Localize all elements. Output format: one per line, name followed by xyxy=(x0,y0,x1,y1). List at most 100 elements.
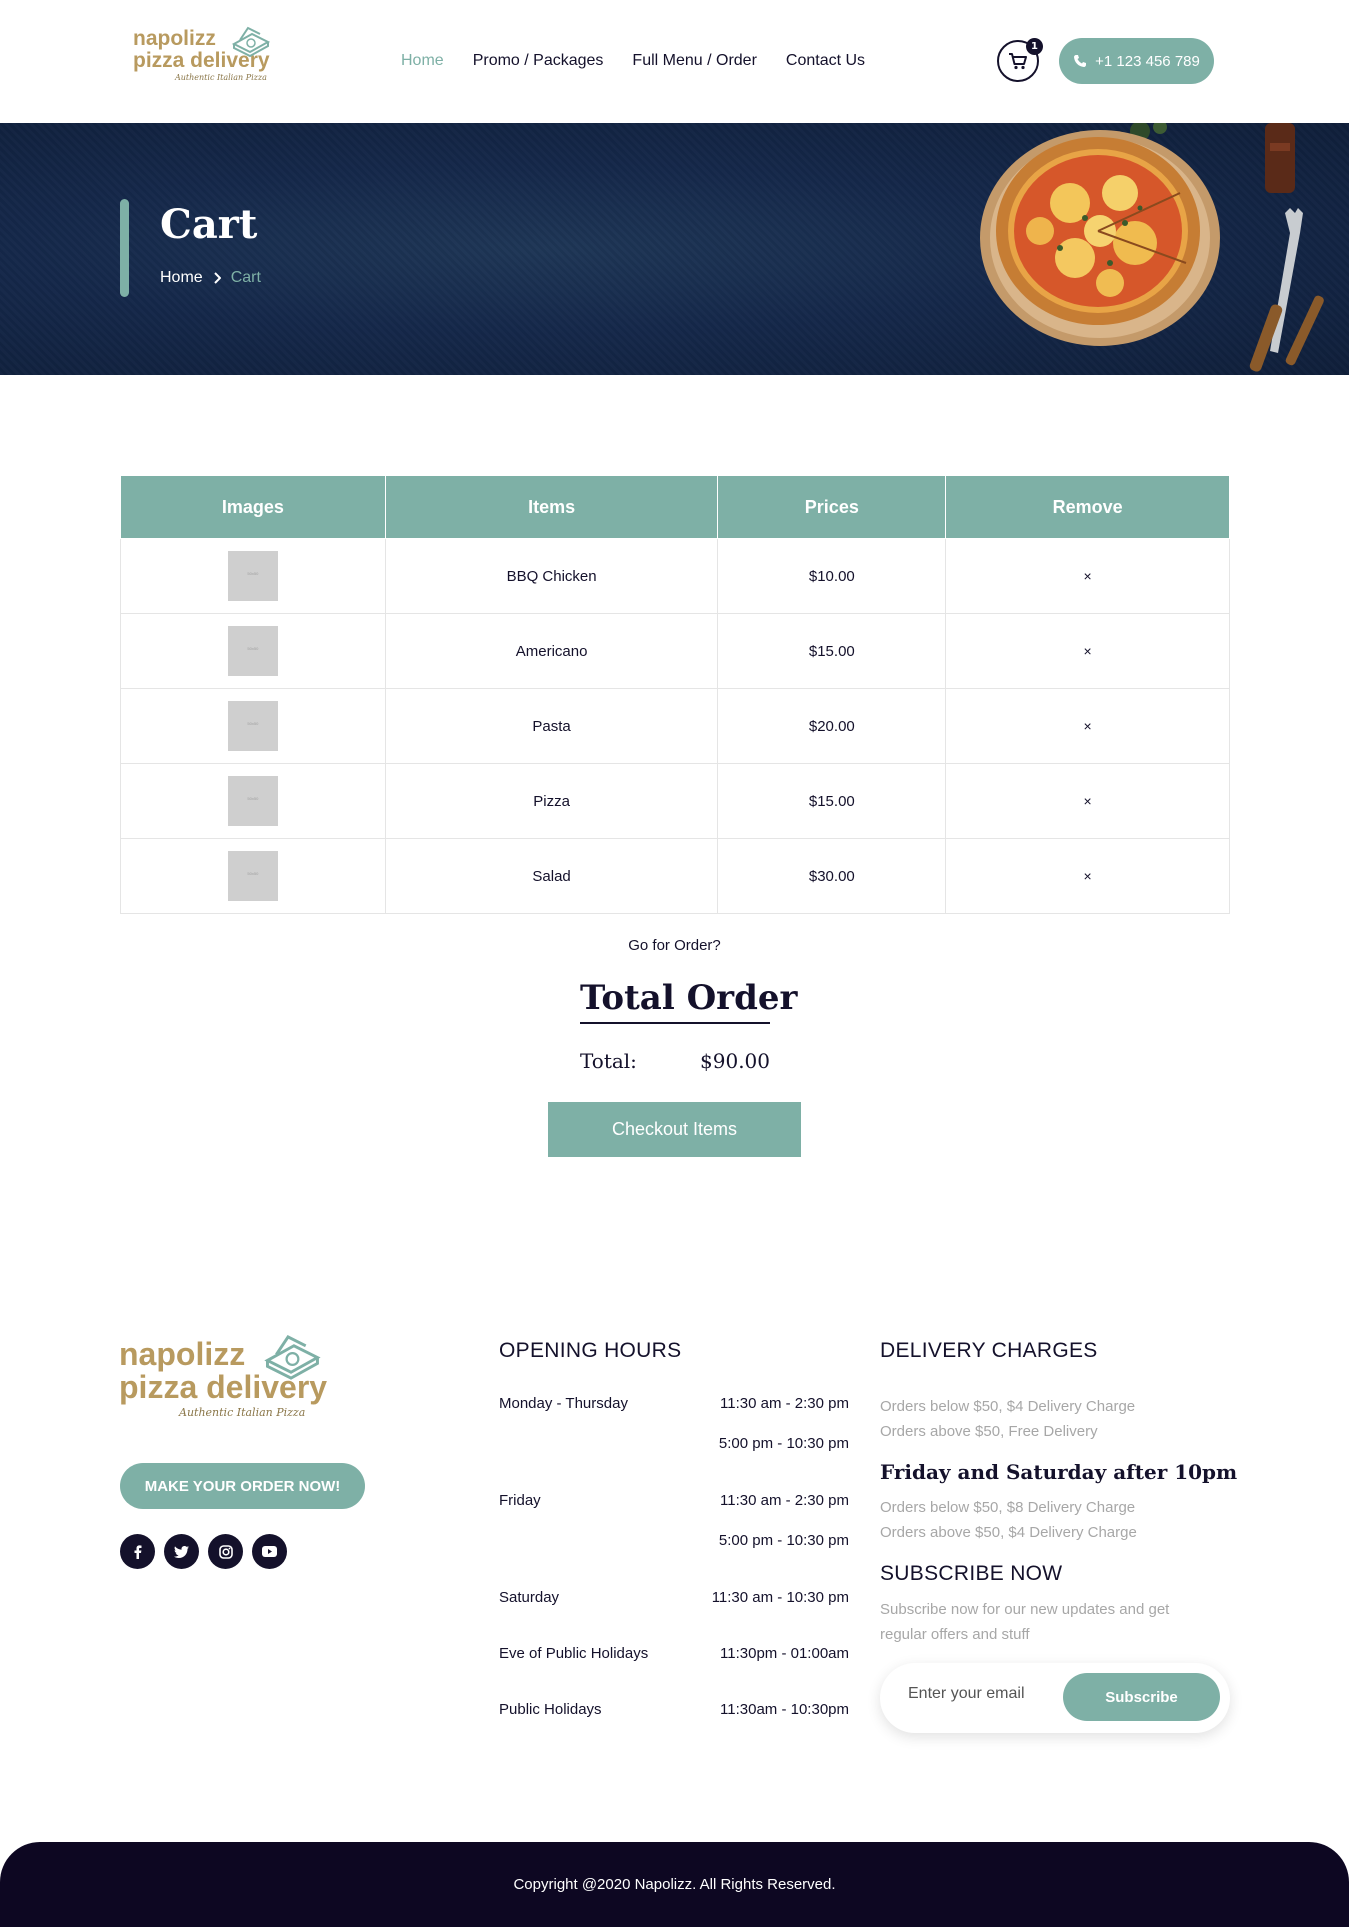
remove-cell: × xyxy=(945,613,1230,689)
site-header: napolizz pizza delivery Authentic Italia… xyxy=(0,0,1349,123)
checkout-button[interactable]: Checkout Items xyxy=(548,1102,801,1157)
column-header-images: Images xyxy=(120,475,386,539)
hours-day: Eve of Public Holidays xyxy=(499,1645,649,1662)
total-value: $90.00 xyxy=(700,1049,770,1073)
phone-button[interactable]: +1 123 456 789 xyxy=(1059,38,1214,84)
nav-contact-us[interactable]: Contact Us xyxy=(786,52,865,70)
main-nav: Home Promo / Packages Full Menu / Order … xyxy=(401,52,894,70)
delivery-charges-title: DELIVERY CHARGES xyxy=(880,1339,1098,1362)
facebook-link[interactable] xyxy=(120,1534,155,1569)
remove-cell: × xyxy=(945,688,1230,764)
total-row: Total: $90.00 xyxy=(580,1049,770,1073)
item-thumbnail: 50x50 xyxy=(227,851,278,901)
nav-home[interactable]: Home xyxy=(401,52,444,70)
breadcrumb-home[interactable]: Home xyxy=(160,269,203,287)
hours-time: 5:00 pm - 10:30 pm xyxy=(718,1435,849,1452)
item-thumbnail: 50x50 xyxy=(227,701,278,751)
subscribe-form: Subscribe xyxy=(880,1663,1230,1733)
remove-item-button[interactable]: × xyxy=(1084,643,1092,659)
delivery-line: Orders below $50, $8 Delivery Charge xyxy=(880,1499,1136,1516)
brand-tagline: Authentic Italian Pizza xyxy=(175,73,267,82)
remove-item-button[interactable]: × xyxy=(1084,868,1092,884)
page-hero: Cart Home Cart xyxy=(0,123,1349,375)
item-thumbnail: 50x50 xyxy=(227,551,278,601)
pizza-box-icon xyxy=(264,1335,321,1380)
column-header-prices: Prices xyxy=(717,475,947,539)
item-thumbnail: 50x50 xyxy=(227,776,278,826)
subscribe-text-line: regular offers and stuff xyxy=(880,1626,1030,1643)
hours-time: 11:30am - 10:30pm xyxy=(720,1701,849,1718)
phone-icon xyxy=(1074,55,1087,67)
delivery-charges-list: Orders below $50, $4 Delivery Charge Ord… xyxy=(880,1394,1240,1444)
pizza-box-icon xyxy=(231,26,270,58)
hero-accent-bar xyxy=(120,199,129,297)
nav-promo-packages[interactable]: Promo / Packages xyxy=(473,52,604,70)
social-links xyxy=(120,1534,287,1569)
subscribe-text-line: Subscribe now for our new updates and ge… xyxy=(880,1601,1170,1618)
item-price: $30.00 xyxy=(717,838,947,914)
item-name: BBQ Chicken xyxy=(384,538,719,614)
email-field[interactable] xyxy=(908,1685,1058,1703)
footer-brand-tagline: Authentic Italian Pizza xyxy=(179,1406,306,1419)
table-row: 50x50 Pasta $20.00 × xyxy=(120,688,1230,764)
page-title: Cart xyxy=(160,201,258,248)
remove-cell: × xyxy=(945,763,1230,839)
cart-count-badge: 1 xyxy=(1026,38,1043,55)
instagram-link[interactable] xyxy=(208,1534,243,1569)
item-name: Salad xyxy=(384,838,719,914)
remove-cell: × xyxy=(945,838,1230,914)
subscribe-text: Subscribe now for our new updates and ge… xyxy=(880,1597,1240,1647)
item-price: $15.00 xyxy=(717,763,947,839)
remove-item-button[interactable]: × xyxy=(1084,718,1092,734)
delivery-line: Orders below $50, $4 Delivery Charge xyxy=(880,1398,1136,1415)
nav-full-menu-order[interactable]: Full Menu / Order xyxy=(632,52,756,70)
item-name: Pizza xyxy=(384,763,719,839)
twitter-link[interactable] xyxy=(164,1534,199,1569)
youtube-icon xyxy=(262,1546,277,1557)
phone-number: +1 123 456 789 xyxy=(1095,52,1200,70)
table-row: 50x50 Pizza $15.00 × xyxy=(120,763,1230,839)
hours-day: Monday - Thursday xyxy=(499,1395,628,1412)
facebook-icon xyxy=(134,1544,141,1559)
instagram-icon xyxy=(218,1544,233,1559)
footer-logo[interactable]: napolizz pizza delivery Authentic Italia… xyxy=(119,1335,329,1438)
cart-table: Images Items Prices Remove 50x50 BBQ Chi… xyxy=(120,475,1230,914)
weekend-charges: Friday and Saturday after 10pm xyxy=(880,1460,1240,1484)
brand-logo[interactable]: napolizz pizza delivery Authentic Italia… xyxy=(133,26,273,98)
opening-hours-title: OPENING HOURS xyxy=(499,1339,682,1362)
make-order-button[interactable]: MAKE YOUR ORDER NOW! xyxy=(120,1463,365,1509)
copyright-text: Copyright @2020 Napolizz. All Rights Res… xyxy=(513,1876,836,1893)
remove-item-button[interactable]: × xyxy=(1084,793,1092,809)
breadcrumb: Home Cart xyxy=(160,269,261,287)
total-label: Total: xyxy=(580,1049,637,1073)
table-row: 50x50 BBQ Chicken $10.00 × xyxy=(120,538,1230,614)
column-header-items: Items xyxy=(384,475,719,539)
hours-time: 11:30 am - 2:30 pm xyxy=(720,1492,849,1509)
table-row: 50x50 Americano $15.00 × xyxy=(120,613,1230,689)
hours-day: Public Holidays xyxy=(499,1701,602,1718)
subscribe-button[interactable]: Subscribe xyxy=(1063,1673,1220,1721)
breadcrumb-current: Cart xyxy=(230,269,261,286)
item-name: Americano xyxy=(384,613,719,689)
pizza-hero-image xyxy=(980,123,1324,372)
item-image-cell: 50x50 xyxy=(120,688,386,764)
subscribe-title: SUBSCRIBE NOW xyxy=(880,1562,1063,1585)
column-header-remove: Remove xyxy=(945,475,1230,539)
twitter-icon xyxy=(174,1545,189,1558)
hours-time: 11:30pm - 01:00am xyxy=(720,1645,849,1662)
item-image-cell: 50x50 xyxy=(120,838,386,914)
hours-day: Friday xyxy=(499,1492,541,1509)
hours-time: 11:30 am - 2:30 pm xyxy=(720,1395,849,1412)
cart-icon xyxy=(1009,53,1027,70)
item-image-cell: 50x50 xyxy=(120,613,386,689)
remove-item-button[interactable]: × xyxy=(1084,568,1092,584)
youtube-link[interactable] xyxy=(252,1534,287,1569)
chevron-right-icon xyxy=(213,272,221,284)
item-name: Pasta xyxy=(384,688,719,764)
hours-time: 5:00 pm - 10:30 pm xyxy=(718,1532,849,1549)
item-image-cell: 50x50 xyxy=(120,763,386,839)
weekend-title: Friday and Saturday after 10pm xyxy=(880,1460,1238,1484)
item-price: $20.00 xyxy=(717,688,947,764)
item-price: $15.00 xyxy=(717,613,947,689)
order-prompt: Go for Order? xyxy=(628,937,721,954)
